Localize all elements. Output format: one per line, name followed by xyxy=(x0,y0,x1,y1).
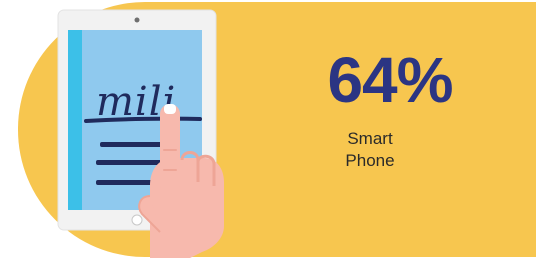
stat-label-line1: Smart xyxy=(347,129,393,148)
tablet-camera xyxy=(134,17,140,23)
text-line-1 xyxy=(100,142,162,147)
stat-card: mili 64% Smart Phone xyxy=(0,0,536,259)
text-line-2 xyxy=(96,160,166,165)
tablet-hand-signature-icon: mili xyxy=(57,9,224,258)
stat-label-line2: Phone xyxy=(345,151,395,170)
stat-label: Smart Phone xyxy=(300,128,440,172)
stat-value: 64% xyxy=(327,44,453,116)
tablet-home-button xyxy=(131,214,143,226)
